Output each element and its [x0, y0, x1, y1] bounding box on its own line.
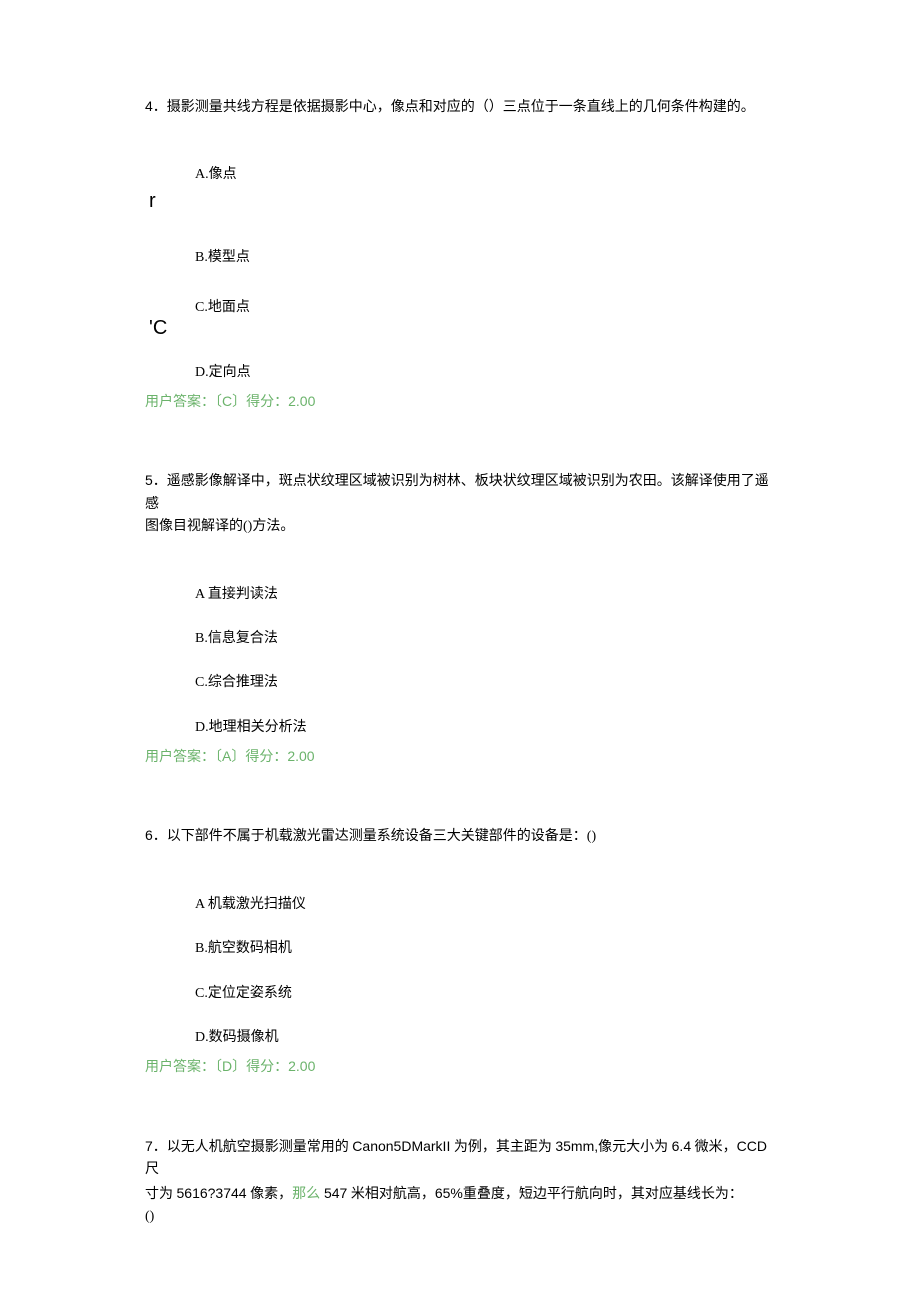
question-5: 5．遥感影像解译中，斑点状纹理区域被识别为树林、板块状纹理区域被识别为农田。该解…: [145, 469, 775, 769]
answer-score: 2.00: [288, 393, 315, 409]
q7-p2h: 重叠度，短边平行航向时，其对应基线长为：: [463, 1187, 743, 1202]
question-4-option-b: B.模型点: [145, 247, 775, 269]
question-5-number: 5: [145, 472, 153, 488]
q7-p3: (): [145, 1206, 775, 1228]
answer-prefix: 用户答案：〔: [145, 750, 222, 765]
q7-p2c: 像素，: [247, 1187, 293, 1202]
q7-p2b: 5616?3744: [177, 1185, 247, 1201]
question-5-option-c: C.综合推理法: [145, 672, 775, 694]
answer-suffix: 〕得分：: [232, 1060, 288, 1075]
question-6-option-a: A 机载激光扫描仪: [145, 894, 775, 916]
q7-p2d: 那么: [292, 1187, 320, 1202]
q7-p1c: 为例，其主距为: [450, 1140, 555, 1155]
answer-suffix: 〕得分：: [231, 750, 287, 765]
question-5-option-b: B.信息复合法: [145, 628, 775, 650]
q7-p2g: 65%: [435, 1185, 463, 1201]
q7-p1h: CCD: [737, 1138, 767, 1154]
question-6-text: ．以下部件不属于机载激光雷达测量系统设备三大关键部件的设备是：(): [153, 829, 596, 844]
q7-p2e: 547: [320, 1185, 347, 1201]
q7-p1a: ．以无人机航空摄影测量常用的: [153, 1140, 353, 1155]
question-6: 6．以下部件不属于机载激光雷达测量系统设备三大关键部件的设备是：() A 机载激…: [145, 824, 775, 1079]
q7-p1b: Canon5DMarkII: [352, 1138, 450, 1154]
question-7-number: 7: [145, 1138, 153, 1154]
question-5-option-d: D.地理相关分析法: [145, 717, 775, 739]
question-5-prompt: 5．遥感影像解译中，斑点状纹理区域被识别为树林、板块状纹理区域被识别为农田。该解…: [145, 469, 775, 538]
q7-p1i: 尺: [145, 1162, 159, 1177]
question-5-answer: 用户答案：〔A〕得分：2.00: [145, 745, 775, 769]
question-6-answer: 用户答案：〔D〕得分：2.00: [145, 1055, 775, 1079]
answer-letter: A: [222, 748, 231, 764]
question-5-option-a: A 直接判读法: [145, 584, 775, 606]
question-4-prompt: 4．摄影测量共线方程是依据摄影中心，像点和对应的（）三点位于一条直线上的几何条件…: [145, 95, 775, 119]
answer-letter: D: [222, 1058, 232, 1074]
question-4-option-d: D.定向点: [145, 362, 775, 384]
question-4-option-c: C.地面点: [145, 297, 775, 319]
question-4-answer: 用户答案：〔C〕得分：2.00: [145, 390, 775, 414]
float-mark-r: r: [149, 185, 156, 217]
question-4-number: 4: [145, 98, 153, 114]
question-6-number: 6: [145, 827, 153, 843]
q7-p1g: 微米，: [691, 1140, 737, 1155]
question-6-prompt: 6．以下部件不属于机载激光雷达测量系统设备三大关键部件的设备是：(): [145, 824, 775, 848]
question-7: 7．以无人机航空摄影测量常用的 Canon5DMarkII 为例，其主距为 35…: [145, 1135, 775, 1229]
question-4-text: ．摄影测量共线方程是依据摄影中心，像点和对应的（）三点位于一条直线上的几何条件构…: [153, 100, 755, 115]
float-mark-c: 'C: [149, 312, 167, 344]
question-6-option-b: B.航空数码相机: [145, 938, 775, 960]
q7-p2a: 寸为: [145, 1187, 177, 1202]
answer-score: 2.00: [287, 748, 314, 764]
question-6-option-c: C.定位定姿系统: [145, 983, 775, 1005]
q7-p1d: 35mm,: [555, 1138, 598, 1154]
q7-p1f: 6.4: [672, 1138, 691, 1154]
answer-prefix: 用户答案：〔: [145, 395, 222, 410]
q7-p2f: 米相对航高，: [347, 1187, 435, 1202]
question-7-prompt: 7．以无人机航空摄影测量常用的 Canon5DMarkII 为例，其主距为 35…: [145, 1135, 775, 1229]
answer-suffix: 〕得分：: [232, 395, 288, 410]
question-4: 4．摄影测量共线方程是依据摄影中心，像点和对应的（）三点位于一条直线上的几何条件…: [145, 95, 775, 414]
question-5-text-line2: 图像目视解译的()方法。: [145, 516, 775, 538]
question-5-text-line1: ．遥感影像解译中，斑点状纹理区域被识别为树林、板块状纹理区域被识别为农田。该解译…: [145, 474, 769, 511]
answer-prefix: 用户答案：〔: [145, 1060, 222, 1075]
answer-letter: C: [222, 393, 232, 409]
q7-p1e: 像元大小为: [598, 1140, 672, 1155]
answer-score: 2.00: [288, 1058, 315, 1074]
question-6-option-d: D.数码摄像机: [145, 1027, 775, 1049]
question-4-option-a: A.像点: [145, 164, 775, 186]
